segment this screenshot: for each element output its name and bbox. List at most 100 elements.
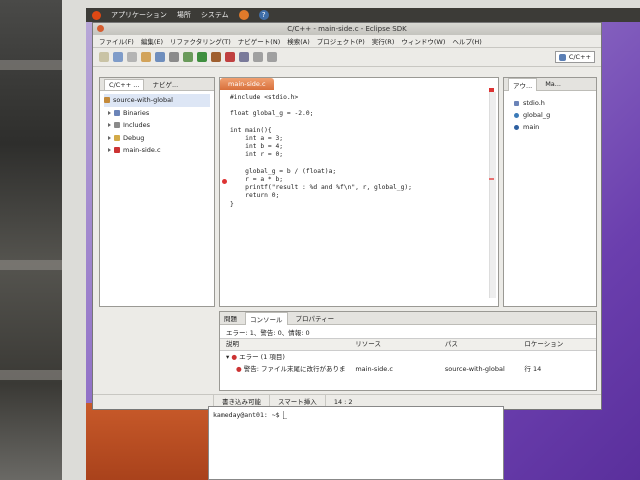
firefox-icon[interactable]: [238, 10, 249, 20]
code-line[interactable]: }: [230, 201, 412, 209]
outline-item-main[interactable]: main: [514, 121, 586, 133]
col-description[interactable]: 説明: [220, 339, 349, 350]
menu-project[interactable]: プロジェクト(P): [317, 36, 365, 46]
window-titlebar[interactable]: C/C++ - main-side.c - Eclipse SDK: [93, 23, 601, 35]
menu-refactor[interactable]: リファクタリング(T): [170, 36, 231, 46]
back-icon[interactable]: [253, 52, 263, 62]
tab-outline[interactable]: アウ...: [508, 77, 538, 91]
desktop-screen: アプリケーション 場所 システム ? C/C++ - main-side.c -…: [86, 8, 640, 480]
error-group-icon: ●: [231, 353, 240, 361]
code-line[interactable]: int b = 4;: [230, 143, 412, 151]
expand-arrow-icon[interactable]: [108, 123, 111, 128]
outline-item-include[interactable]: stdio.h: [514, 97, 586, 109]
tree-item-includes[interactable]: Includes: [104, 119, 210, 132]
menu-applications[interactable]: アプリケーション: [111, 10, 167, 20]
forward-icon[interactable]: [267, 52, 277, 62]
editor-tab-label: main-side.c: [228, 80, 266, 88]
code-area[interactable]: #include <stdio.h> float global_g = -2.0…: [230, 94, 412, 209]
tab-problems[interactable]: 問題: [224, 313, 237, 323]
col-path[interactable]: パス: [439, 339, 519, 350]
tab-properties[interactable]: プロパティー: [296, 313, 335, 323]
code-line[interactable]: global_g = b / (float)a;: [230, 168, 412, 176]
terminal-cursor: █: [283, 411, 288, 419]
window-close-icon[interactable]: [97, 25, 104, 32]
project-folder-icon: [104, 97, 110, 104]
menu-navigate[interactable]: ナビゲート(N): [238, 36, 280, 46]
outline-item-global[interactable]: global_g: [514, 109, 586, 121]
tab-make-targets[interactable]: Ma...: [545, 80, 561, 88]
menu-file[interactable]: ファイル(F): [99, 36, 134, 46]
editor-pane: main-side.c #include <stdio.h> float glo…: [219, 77, 499, 307]
tree-root[interactable]: source-with-global: [104, 94, 210, 107]
col-location[interactable]: ロケーション: [518, 339, 596, 350]
code-line[interactable]: int main(){: [230, 127, 412, 135]
terminal-prompt: kameday@ant01: ~$: [213, 411, 284, 419]
problem-location: 行 14: [524, 365, 542, 373]
perspective-switcher[interactable]: C/C++: [554, 51, 595, 63]
code-line[interactable]: #include <stdio.h>: [230, 94, 412, 102]
menu-system[interactable]: システム: [201, 10, 229, 20]
menu-edit[interactable]: 編集(E): [141, 36, 163, 46]
code-line[interactable]: [230, 119, 412, 127]
function-icon: [514, 124, 519, 130]
problems-pane: 問題 コンソール プロパティー エラー: 1、警告: 0、情報: 0 説明 リソ…: [219, 311, 597, 391]
error-marker-icon[interactable]: [222, 179, 227, 184]
col-resource[interactable]: リソース: [349, 339, 439, 350]
outline-label: stdio.h: [523, 99, 545, 107]
tab-cpp-projects[interactable]: C/C++ ...: [104, 78, 145, 90]
code-line[interactable]: [230, 102, 412, 110]
overview-error-icon[interactable]: [489, 88, 494, 92]
tree-item-main-side[interactable]: main-side.c: [104, 144, 210, 157]
tree-item-binaries[interactable]: Binaries: [104, 107, 210, 120]
tab-navigator[interactable]: ナビゲ...: [152, 79, 178, 89]
expand-arrow-icon[interactable]: [108, 110, 111, 115]
new-icon[interactable]: [99, 52, 109, 62]
menu-help[interactable]: ヘルプ(H): [452, 36, 481, 46]
run-icon[interactable]: [197, 52, 207, 62]
shelf-line: [0, 260, 62, 270]
terminal-window[interactable]: kameday@ant01: ~$ █: [208, 406, 504, 480]
print-icon[interactable]: [127, 52, 137, 62]
tab-console[interactable]: コンソール: [245, 311, 288, 325]
outline-list: stdio.h global_g main: [504, 91, 596, 139]
menu-places[interactable]: 場所: [177, 10, 191, 20]
open-type-icon[interactable]: [225, 52, 235, 62]
code-line[interactable]: float global_g = -2.0;: [230, 110, 412, 118]
expand-arrow-icon[interactable]: [108, 148, 111, 153]
code-line[interactable]: int a = 3;: [230, 135, 412, 143]
code-line[interactable]: printf("result : %d and %f\n", r, global…: [230, 184, 412, 192]
code-line[interactable]: return 0;: [230, 192, 412, 200]
outline-label: global_g: [523, 111, 551, 119]
debug-icon[interactable]: [183, 52, 193, 62]
new-class-icon[interactable]: [155, 52, 165, 62]
overview-warning-icon[interactable]: [489, 178, 494, 180]
menu-search[interactable]: 検索(A): [287, 36, 310, 46]
ubuntu-logo-icon[interactable]: [92, 10, 101, 20]
editor-tab-main-side[interactable]: main-side.c: [220, 78, 274, 90]
save-icon[interactable]: [113, 52, 123, 62]
tree-item-label: Binaries: [123, 108, 150, 117]
menu-window[interactable]: ウィンドウ(W): [401, 36, 445, 46]
search-icon[interactable]: [239, 52, 249, 62]
build-icon[interactable]: [169, 52, 179, 62]
cpp-perspective-icon: [558, 53, 566, 61]
include-icon: [514, 100, 519, 106]
external-tools-icon[interactable]: [211, 52, 221, 62]
problem-row[interactable]: ● 警告: ファイル末尾に改行がありま main-side.c source-w…: [220, 363, 596, 375]
code-line[interactable]: int r = 0;: [230, 151, 412, 159]
perspective-label: C/C++: [568, 53, 591, 61]
expand-arrow-icon[interactable]: [108, 135, 111, 140]
code-line[interactable]: [230, 160, 412, 168]
menu-run[interactable]: 実行(R): [372, 36, 395, 46]
problem-group-row[interactable]: ▾ ● エラー (1 項目): [220, 351, 596, 363]
new-project-icon[interactable]: [141, 52, 151, 62]
tree-item-debug[interactable]: Debug: [104, 132, 210, 145]
code-line[interactable]: r = a * b;: [230, 176, 412, 184]
problem-path: source-with-global: [444, 365, 505, 373]
help-icon[interactable]: ?: [258, 10, 269, 20]
error-icon: ●: [236, 365, 244, 373]
editor-scrollbar[interactable]: [489, 92, 496, 298]
shelf-line: [0, 60, 62, 70]
outline-label: main: [523, 123, 540, 131]
desktop-wallpaper-accent: [86, 403, 211, 480]
